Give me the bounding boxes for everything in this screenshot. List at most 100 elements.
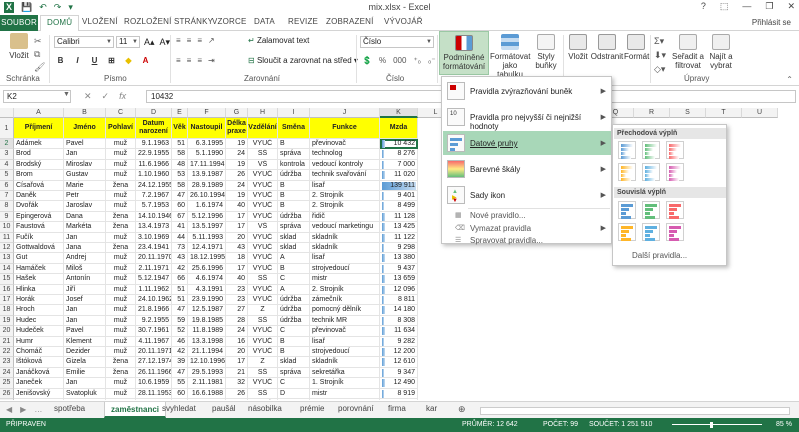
data-cell[interactable]: 42 xyxy=(172,263,188,275)
gradient-data-bar-option[interactable] xyxy=(666,141,684,159)
data-cell[interactable]: 8 276 xyxy=(380,149,418,160)
data-cell[interactable]: 11 695 xyxy=(380,399,418,400)
data-cell[interactable]: Svatopluk xyxy=(64,388,106,399)
data-cell[interactable]: D xyxy=(278,388,310,399)
data-cell[interactable]: Faustová xyxy=(14,222,64,233)
menu-item-icon-sets[interactable]: ▲ ▶ ▼ Sady ikon ▶ xyxy=(443,183,611,207)
delete-cells-button[interactable]: Odstranit xyxy=(590,34,624,61)
data-cell[interactable]: Brom xyxy=(14,170,64,181)
currency-icon[interactable]: 💲 xyxy=(362,56,372,65)
sheet-tab-firma[interactable]: firma xyxy=(388,404,406,413)
row-header[interactable]: 1 xyxy=(0,118,14,139)
merge-center-button[interactable]: ⊟ Sloučit a zarovnat na střed ▾ xyxy=(248,56,358,65)
data-cell[interactable]: muž xyxy=(106,159,136,171)
data-cell[interactable]: Hroch xyxy=(14,305,64,316)
data-cell[interactable]: 11 020 xyxy=(380,170,418,181)
solid-data-bar-option[interactable] xyxy=(642,201,660,219)
data-cell[interactable]: 21.1.1994 xyxy=(188,347,226,358)
data-cell[interactable]: 24 xyxy=(226,149,248,160)
data-cell[interactable]: 43 xyxy=(226,243,248,254)
data-cell[interactable]: 21 xyxy=(226,367,248,379)
data-cell[interactable]: převinovač xyxy=(310,139,380,150)
data-cell[interactable]: 16.6.1988 xyxy=(188,388,226,399)
data-cell[interactable]: Marie xyxy=(64,180,106,191)
data-cell[interactable]: 27 xyxy=(226,305,248,316)
data-cell[interactable]: strojvedoucí xyxy=(310,347,380,358)
data-cell[interactable]: 2. Strojník xyxy=(310,284,380,295)
data-cell[interactable]: Císařová xyxy=(14,180,64,191)
data-cell[interactable]: převinovač xyxy=(310,326,380,337)
header-cell[interactable]: Mzda xyxy=(380,118,418,139)
data-cell[interactable]: muž xyxy=(106,201,136,212)
data-cell[interactable]: vedoucí marketingu xyxy=(310,222,380,233)
sheet-tab-paušál[interactable]: paušál xyxy=(212,404,236,413)
data-cell[interactable]: 13 380 xyxy=(380,253,418,264)
data-cell[interactable]: B xyxy=(278,399,310,400)
data-cell[interactable]: 60 xyxy=(172,388,188,399)
data-cell[interactable]: 19 xyxy=(226,139,248,150)
gradient-data-bar-option[interactable] xyxy=(666,163,684,181)
data-cell[interactable]: 4.3.1991 xyxy=(188,284,226,295)
data-cell[interactable]: žena xyxy=(106,211,136,223)
row-header[interactable]: 12 xyxy=(0,243,14,254)
data-cell[interactable]: C xyxy=(278,326,310,337)
data-cell[interactable]: 17 xyxy=(226,211,248,223)
data-cell[interactable]: 14 180 xyxy=(380,305,418,316)
data-cell[interactable]: 9 298 xyxy=(380,243,418,254)
column-header[interactable]: C xyxy=(106,108,136,118)
data-cell[interactable]: 2. Strojník xyxy=(310,191,380,202)
data-cell[interactable]: Dvořák xyxy=(14,201,64,212)
sort-filter-button[interactable]: Seřadit a filtrovat xyxy=(670,34,706,70)
tab-insert[interactable]: VLOŽENÍ xyxy=(82,17,118,26)
insert-function-icon[interactable]: fx xyxy=(119,91,126,102)
row-header[interactable]: 5 xyxy=(0,170,14,181)
clear-icon[interactable]: ◇▾ xyxy=(654,62,666,76)
data-cell[interactable]: VYUČ xyxy=(248,336,278,347)
font-size-combo[interactable]: 11 ▼ xyxy=(116,36,140,48)
header-cell[interactable]: Směna xyxy=(278,118,310,139)
align-middle-icon[interactable]: ≡ xyxy=(187,36,192,45)
close-button[interactable]: ✕ xyxy=(787,1,795,12)
data-cell[interactable]: 44 xyxy=(172,232,188,243)
data-cell[interactable]: Jana xyxy=(64,243,106,254)
data-cell[interactable]: 51 xyxy=(172,399,188,400)
data-cell[interactable]: 40 xyxy=(226,274,248,285)
data-cell[interactable]: 5.7.1953 xyxy=(136,201,172,212)
data-cell[interactable]: 23.4.1941 xyxy=(136,243,172,254)
data-cell[interactable]: Jan xyxy=(64,232,106,243)
row-header[interactable]: 20 xyxy=(0,326,14,337)
row-header[interactable]: 17 xyxy=(0,295,14,306)
column-header[interactable]: G xyxy=(226,108,248,118)
data-cell[interactable]: Jiří xyxy=(64,284,106,295)
data-cell[interactable]: VYUČ xyxy=(248,139,278,150)
bold-button[interactable]: B xyxy=(56,56,65,65)
data-cell[interactable]: Emilie xyxy=(64,367,106,379)
data-cell[interactable]: 66 xyxy=(172,274,188,285)
data-cell[interactable]: 23 xyxy=(226,284,248,295)
data-cell[interactable]: 40 xyxy=(226,399,248,400)
row-header[interactable]: 21 xyxy=(0,336,14,347)
data-cell[interactable]: 9 437 xyxy=(380,263,418,275)
data-cell[interactable]: 19.8.1985 xyxy=(188,315,226,327)
data-cell[interactable]: skladník xyxy=(310,232,380,243)
data-cell[interactable]: 26.11.1966 xyxy=(136,367,172,379)
data-cell[interactable]: 23 xyxy=(226,295,248,306)
italic-button[interactable]: I xyxy=(73,56,82,65)
data-cell[interactable]: VYUČ xyxy=(248,253,278,264)
data-cell[interactable]: muž xyxy=(106,274,136,285)
tab-page-layout[interactable]: ROZLOŽENÍ STRÁNKY xyxy=(124,17,213,26)
tab-developer[interactable]: VÝVOJÁŘ xyxy=(384,17,423,26)
data-cell[interactable]: 41 xyxy=(172,222,188,233)
data-cell[interactable]: Gustav xyxy=(64,170,106,181)
data-cell[interactable]: Jindrák xyxy=(14,399,64,400)
data-cell[interactable]: Brod xyxy=(14,149,64,160)
data-cell[interactable]: 28 xyxy=(226,315,248,327)
column-header[interactable]: A xyxy=(14,108,64,118)
data-cell[interactable]: sklad xyxy=(278,357,310,368)
data-cell[interactable]: žena xyxy=(106,357,136,368)
menu-item-manage-rules[interactable]: ☰ Spravovat pravidla... xyxy=(443,235,611,247)
data-cell[interactable]: strojvedoucí xyxy=(310,263,380,275)
enter-icon[interactable]: ✓ xyxy=(102,91,110,102)
data-cell[interactable]: sklad xyxy=(278,243,310,254)
data-cell[interactable]: 51 xyxy=(172,284,188,295)
